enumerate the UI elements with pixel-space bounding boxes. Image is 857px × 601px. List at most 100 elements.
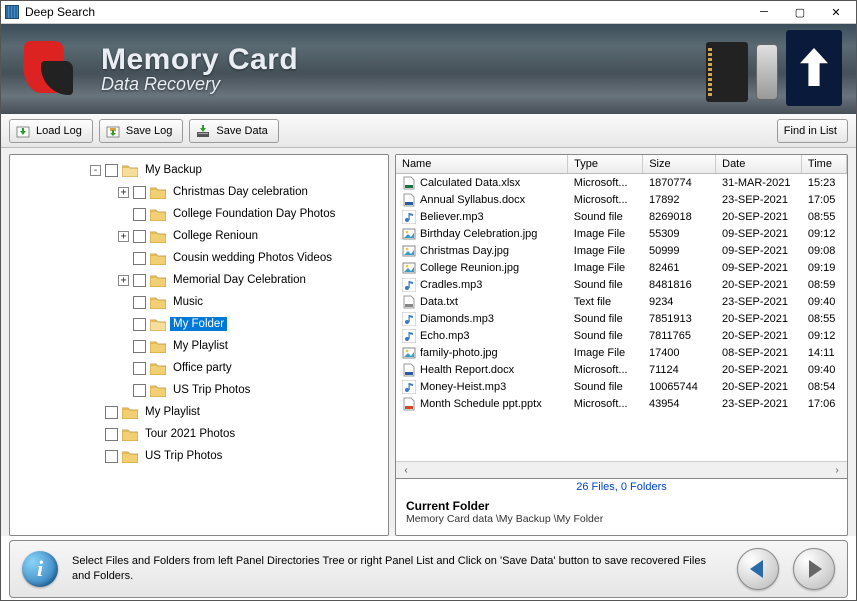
checkbox[interactable] <box>105 406 118 419</box>
table-row[interactable]: Data.txt Text file 9234 23-SEP-2021 09:4… <box>396 293 847 310</box>
tree-node[interactable]: My Playlist <box>66 401 386 423</box>
file-type: Image File <box>568 259 643 276</box>
table-row[interactable]: Believer.mp3 Sound file 8269018 20-SEP-2… <box>396 208 847 225</box>
checkbox[interactable] <box>133 230 146 243</box>
checkbox[interactable] <box>133 318 146 331</box>
col-name[interactable]: Name <box>396 155 568 174</box>
tree-node[interactable]: US Trip Photos <box>66 445 386 467</box>
table-row[interactable]: Echo.mp3 Sound file 7811765 20-SEP-2021 … <box>396 327 847 344</box>
tree-node[interactable]: + College Renioun <box>118 225 386 247</box>
file-size: 82461 <box>643 259 716 276</box>
find-in-list-button[interactable]: Find in List <box>777 119 848 143</box>
file-size: 8269018 <box>643 208 716 225</box>
tree-node[interactable]: + Memorial Day Celebration <box>118 269 386 291</box>
file-time: 09:12 <box>802 327 847 344</box>
col-date[interactable]: Date <box>716 155 802 174</box>
tree-node[interactable]: My Folder <box>118 313 386 335</box>
checkbox[interactable] <box>133 274 146 287</box>
directory-tree[interactable]: - My Backup + Christmas Day celebration … <box>10 155 388 535</box>
file-size: 71124 <box>643 361 716 378</box>
table-row[interactable]: Diamonds.mp3 Sound file 7851913 20-SEP-2… <box>396 310 847 327</box>
banner-subtitle: Data Recovery <box>101 74 298 95</box>
table-row[interactable]: Money-Heist.mp3 Sound file 10065744 20-S… <box>396 378 847 395</box>
tree-node[interactable]: + Christmas Day celebration <box>118 181 386 203</box>
footer-message: Select Files and Folders from left Panel… <box>72 554 723 584</box>
tree-node[interactable]: College Foundation Day Photos <box>118 203 386 225</box>
file-name: Echo.mp3 <box>420 330 470 342</box>
tree-expander[interactable]: + <box>118 231 129 242</box>
checkbox[interactable] <box>133 340 146 353</box>
tree-node[interactable]: Cousin wedding Photos Videos <box>118 247 386 269</box>
table-row[interactable]: Birthday Celebration.jpg Image File 5530… <box>396 225 847 242</box>
minimize-button[interactable]: ─ <box>746 1 782 24</box>
file-date: 20-SEP-2021 <box>716 378 802 395</box>
checkbox[interactable] <box>105 428 118 441</box>
tree-node[interactable]: Music <box>118 291 386 313</box>
file-size: 9234 <box>643 293 716 310</box>
checkbox[interactable] <box>133 362 146 375</box>
tree-expander[interactable]: - <box>90 165 101 176</box>
checkbox[interactable] <box>105 450 118 463</box>
file-table[interactable]: Name Type Size Date Time <box>396 155 847 174</box>
tree-node-label: Office party <box>170 361 235 375</box>
table-row[interactable]: Cradles.mp3 Sound file 8481816 20-SEP-20… <box>396 276 847 293</box>
checkbox[interactable] <box>105 164 118 177</box>
tree-node-label: My Folder <box>170 317 227 331</box>
save-log-button[interactable]: Save Log <box>99 119 183 143</box>
checkbox[interactable] <box>133 296 146 309</box>
col-type[interactable]: Type <box>568 155 643 174</box>
folder-icon <box>150 362 166 375</box>
load-log-button[interactable]: Load Log <box>9 119 93 143</box>
table-row[interactable]: Month Schedule ppt.pptx Microsoft... 439… <box>396 395 847 412</box>
tree-expander[interactable]: + <box>118 187 129 198</box>
file-time: 08:54 <box>802 378 847 395</box>
file-size: 10065744 <box>643 378 716 395</box>
close-button[interactable]: ✕ <box>818 1 854 24</box>
checkbox[interactable] <box>133 252 146 265</box>
file-time: 15:23 <box>802 174 847 191</box>
prev-button[interactable] <box>737 548 779 590</box>
table-row[interactable]: Health Report.docx Microsoft... 71124 20… <box>396 361 847 378</box>
table-row[interactable]: College Reunion.jpg Image File 82461 09-… <box>396 259 847 276</box>
col-time[interactable]: Time <box>801 155 846 174</box>
scroll-right-icon[interactable]: › <box>829 465 845 476</box>
tree-node-label: Christmas Day celebration <box>170 185 311 199</box>
tree-node-label: US Trip Photos <box>142 449 225 463</box>
folder-icon <box>122 164 138 177</box>
tree-node[interactable]: US Trip Photos <box>118 379 386 401</box>
col-size[interactable]: Size <box>643 155 716 174</box>
table-row[interactable]: Christmas Day.jpg Image File 50999 09-SE… <box>396 242 847 259</box>
scroll-left-icon[interactable]: ‹ <box>398 465 414 476</box>
tree-node[interactable]: My Playlist <box>118 335 386 357</box>
file-icon <box>402 312 416 326</box>
file-icon <box>402 363 416 377</box>
table-row[interactable]: family-photo.jpg Image File 17400 08-SEP… <box>396 344 847 361</box>
folder-icon <box>150 384 166 397</box>
tree-node[interactable]: Tour 2021 Photos <box>66 423 386 445</box>
folder-icon <box>122 428 138 441</box>
checkbox[interactable] <box>133 208 146 221</box>
tree-node-label: Memorial Day Celebration <box>170 273 309 287</box>
next-button[interactable] <box>793 548 835 590</box>
file-name: Diamonds.mp3 <box>420 313 494 325</box>
tree-node[interactable]: Office party <box>118 357 386 379</box>
file-type: Image File <box>568 242 643 259</box>
save-data-button[interactable]: Save Data <box>189 119 278 143</box>
next-arrow-icon <box>809 560 822 578</box>
tree-expander[interactable]: + <box>118 275 129 286</box>
file-size: 17400 <box>643 344 716 361</box>
checkbox[interactable] <box>133 186 146 199</box>
table-row[interactable]: Calculated Data.xlsx Microsoft... 187077… <box>396 174 847 191</box>
file-name: Cradles.mp3 <box>420 279 482 291</box>
horizontal-scrollbar[interactable]: ‹ › <box>396 461 847 478</box>
banner: Memory Card Data Recovery <box>1 24 856 114</box>
maximize-button[interactable]: ▢ <box>782 1 818 24</box>
file-icon <box>402 176 416 190</box>
checkbox[interactable] <box>133 384 146 397</box>
tree-node[interactable]: - My Backup <box>90 159 386 181</box>
file-type: Sound file <box>568 208 643 225</box>
tree-node-label: My Playlist <box>170 339 231 353</box>
footer-bar: i Select Files and Folders from left Pan… <box>9 540 848 598</box>
table-row[interactable]: Annual Syllabus.docx Microsoft... 17892 … <box>396 191 847 208</box>
file-size: 17892 <box>643 191 716 208</box>
